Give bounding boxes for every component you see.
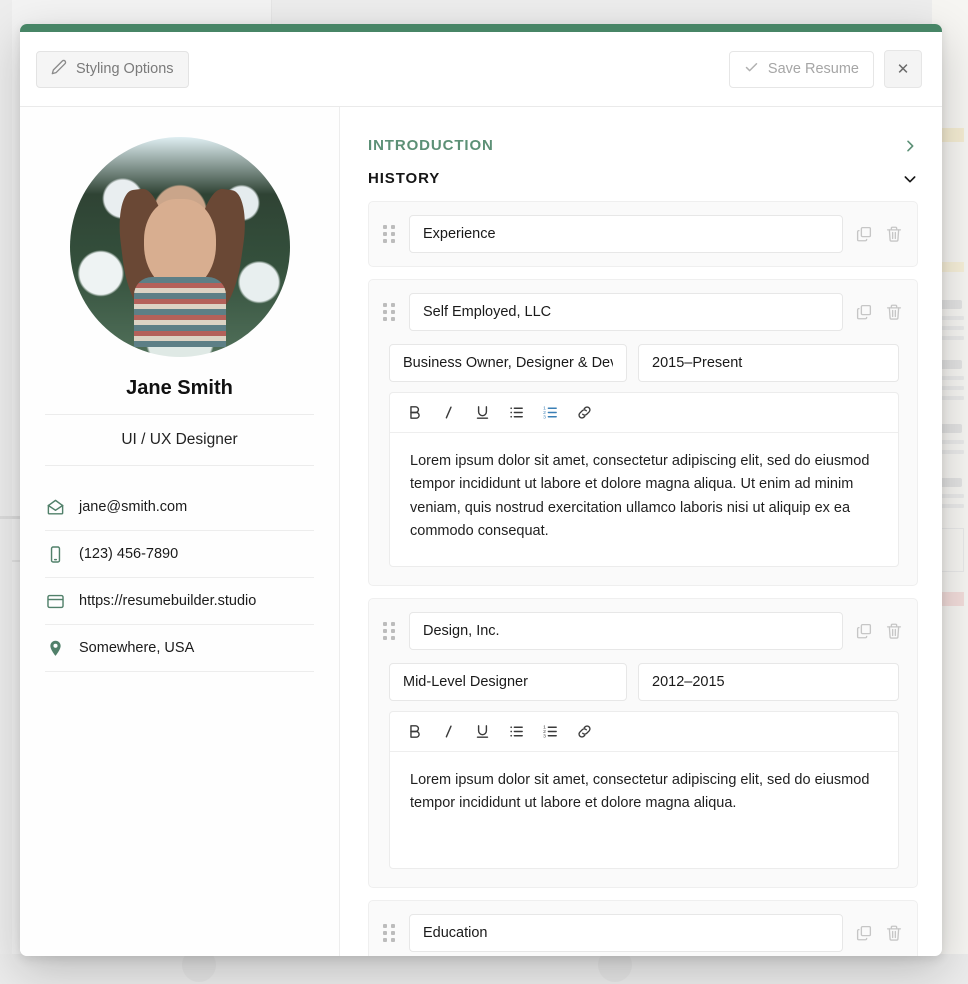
profile-name: Jane Smith — [45, 377, 314, 415]
svg-text:3: 3 — [543, 734, 546, 740]
trash-icon[interactable] — [885, 924, 903, 942]
bullet-list-icon[interactable] — [508, 723, 525, 740]
link-icon[interactable] — [576, 723, 593, 740]
toolbar-right-group: Save Resume ✕ — [728, 50, 922, 88]
email-icon — [45, 497, 65, 517]
close-button[interactable]: ✕ — [884, 50, 922, 88]
organization-input-1[interactable] — [409, 293, 843, 331]
styling-options-label: Styling Options — [76, 60, 174, 77]
copy-icon[interactable] — [855, 225, 873, 243]
editor-toolbar-1: 1 2 3 — [390, 393, 898, 433]
field-row — [389, 662, 899, 701]
modal-accent-bar — [20, 24, 942, 32]
position-input-1[interactable] — [389, 344, 627, 382]
avatar — [69, 137, 290, 357]
drag-handle-icon[interactable] — [383, 225, 397, 243]
svg-text:3: 3 — [543, 415, 546, 421]
editor-pane: INTRODUCTION HISTORY Experience Self Emp… — [340, 107, 942, 956]
section-header-history[interactable]: HISTORY — [368, 168, 918, 201]
underline-icon[interactable] — [474, 723, 491, 740]
profile-role: UI / UX Designer — [45, 415, 314, 466]
contact-list: jane@smith.com (123) 456-7890 https://re… — [45, 484, 314, 672]
chevron-right-icon — [902, 138, 918, 154]
dates-input-1[interactable] — [638, 344, 899, 382]
italic-icon[interactable] — [440, 723, 457, 740]
drag-handle-icon[interactable] — [383, 303, 397, 321]
card-header — [369, 599, 917, 663]
contact-website-text: https://resumebuilder.studio — [79, 593, 257, 609]
copy-icon[interactable] — [855, 303, 873, 321]
styling-options-button[interactable]: Styling Options — [36, 50, 189, 88]
section-header-introduction[interactable]: INTRODUCTION — [368, 133, 918, 168]
history-group-card-education — [368, 899, 918, 956]
card-header — [369, 202, 917, 266]
check-icon — [744, 60, 759, 79]
modal-toolbar: Styling Options Save Resume ✕ — [20, 32, 942, 107]
contact-email-text: jane@smith.com — [79, 499, 188, 515]
trash-icon[interactable] — [885, 303, 903, 321]
avatar-shirt — [133, 277, 226, 347]
section-introduction-label: INTRODUCTION — [368, 137, 494, 154]
copy-icon[interactable] — [855, 622, 873, 640]
trash-icon[interactable] — [885, 225, 903, 243]
editor-content-2[interactable]: Lorem ipsum dolor sit amet, consectetur … — [390, 752, 898, 868]
section-history-label: HISTORY — [368, 170, 441, 187]
history-entry-card-1: 1 2 3 — [368, 279, 918, 586]
field-row — [389, 344, 899, 382]
editor-toolbar-2: 1 2 3 — [390, 712, 898, 752]
rich-text-editor-2: 1 2 3 Lorem ipsum dolor sit amet, consec… — [389, 710, 899, 869]
group-title-input-experience[interactable] — [409, 215, 843, 253]
dates-input-2[interactable] — [638, 662, 899, 701]
position-input-2[interactable] — [389, 662, 627, 701]
contact-row-website[interactable]: https://resumebuilder.studio — [45, 578, 314, 625]
drag-handle-icon[interactable] — [383, 923, 397, 942]
card-header — [369, 901, 917, 956]
history-entry-card-2: 1 2 3 — [368, 597, 918, 888]
row-actions — [855, 303, 903, 321]
italic-icon[interactable] — [440, 404, 457, 421]
contact-row-location[interactable]: Somewhere, USA — [45, 625, 314, 672]
card-body: 1 2 3 — [369, 662, 917, 887]
modal-body: Jane Smith UI / UX Designer jane@smith.c… — [20, 107, 942, 956]
background-line — [940, 386, 964, 390]
location-icon — [45, 638, 65, 658]
drag-handle-icon[interactable] — [383, 621, 397, 640]
pencil-icon — [51, 59, 67, 79]
phone-icon — [45, 544, 65, 564]
row-actions — [855, 225, 903, 243]
background-bottom-bar — [0, 948, 968, 984]
history-group-card-experience — [368, 201, 918, 267]
contact-location-text: Somewhere, USA — [79, 640, 195, 656]
editor-content-1[interactable]: Lorem ipsum dolor sit amet, consectetur … — [390, 433, 898, 566]
contact-row-email[interactable]: jane@smith.com — [45, 484, 314, 531]
save-resume-label: Save Resume — [767, 60, 859, 77]
trash-icon[interactable] — [885, 622, 903, 640]
row-actions — [855, 622, 903, 640]
bullet-list-icon[interactable] — [508, 404, 525, 421]
card-body: 1 2 3 — [369, 344, 917, 585]
contact-phone-text: (123) 456-7890 — [79, 546, 179, 562]
row-actions — [855, 924, 903, 942]
contact-row-phone[interactable]: (123) 456-7890 — [45, 531, 314, 578]
organization-input-2[interactable] — [409, 611, 843, 650]
bold-icon[interactable] — [406, 723, 423, 740]
card-header — [369, 280, 917, 344]
rich-text-editor-1: 1 2 3 Lorem ipsum dolor sit amet, consec… — [389, 392, 899, 567]
group-title-input-education[interactable] — [409, 913, 843, 952]
copy-icon[interactable] — [855, 924, 873, 942]
resume-editor-modal: Styling Options Save Resume ✕ Jane Smith… — [20, 24, 942, 956]
underline-icon[interactable] — [474, 404, 491, 421]
bold-icon[interactable] — [406, 404, 423, 421]
profile-sidebar: Jane Smith UI / UX Designer jane@smith.c… — [20, 107, 340, 956]
numbered-list-icon[interactable]: 1 2 3 — [542, 723, 559, 740]
numbered-list-icon[interactable]: 1 2 3 — [542, 404, 559, 421]
link-icon[interactable] — [576, 404, 593, 421]
website-icon — [45, 591, 65, 611]
chevron-down-icon — [902, 171, 918, 187]
save-resume-button[interactable]: Save Resume — [728, 50, 874, 88]
close-icon: ✕ — [896, 60, 910, 78]
